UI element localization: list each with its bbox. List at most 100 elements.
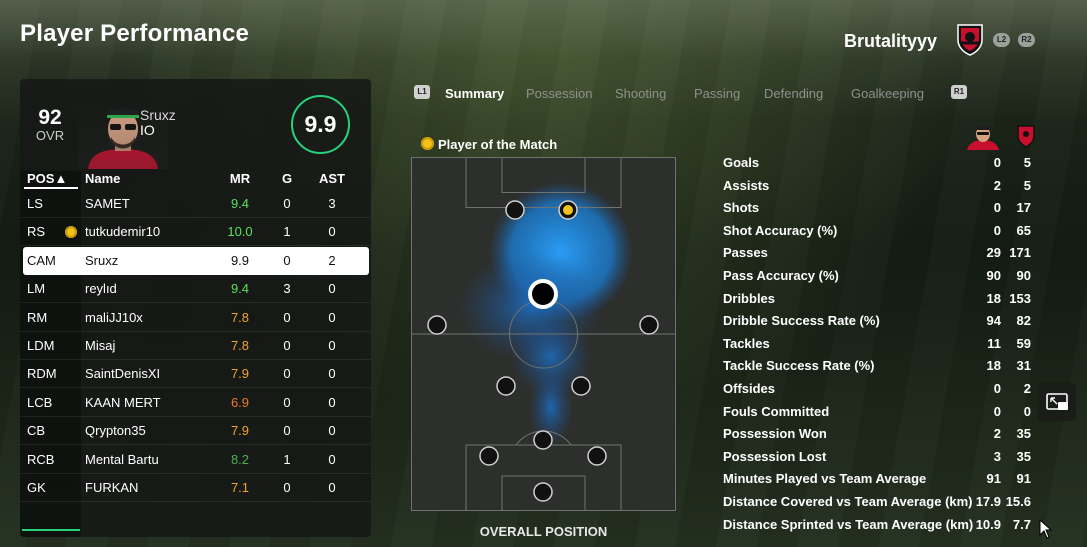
row-match-rating: 7.1 [230,480,250,495]
stat-team-value: 2 [1023,381,1031,396]
row-player-name: Misaj [85,338,116,353]
table-row[interactable]: RDM SaintDenisXI 7.9 0 0 [20,360,371,389]
stat-row: Distance Sprinted vs Team Average (km) 10… [723,516,1033,538]
sort-indicator-underline [24,187,78,189]
row-player-name: maliJJ10x [85,309,143,325]
stat-row: Tackles 11 59 [723,335,1033,357]
row-match-rating: 7.9 [230,423,250,439]
row-position: RDM [27,366,57,382]
row-match-rating: 10.0 [227,224,253,240]
row-goals: 0 [283,366,291,382]
row-player-name: SaintDenisXI [85,366,161,382]
stat-player-value: 0 [993,403,1001,419]
table-row[interactable]: CB Qrypton35 7.9 0 0 [20,417,371,446]
table-row[interactable]: RS tutkudemir10 10.0 1 0 [20,218,371,247]
row-position: CAM [27,252,56,268]
header-ast[interactable]: AST [318,171,346,186]
row-goals: 3 [283,281,291,297]
header-mr[interactable]: MR [220,171,260,186]
tab-possession[interactable]: Possession [526,86,592,101]
header-g[interactable]: G [277,171,297,186]
team-crest-icon [957,24,983,56]
stat-row: Assists 2 5 [723,177,1033,199]
l1-button[interactable]: L1 [414,85,430,99]
stat-team-value: 5 [1023,155,1031,170]
header-name[interactable]: Name [85,171,120,186]
player-of-the-match-label: Player of the Match [438,137,558,152]
player-of-the-match-icon [65,226,77,239]
stat-label: Assists [723,177,770,193]
page-title: Player Performance [20,20,250,47]
tab-goalkeeping[interactable]: Goalkeeping [851,86,924,101]
stat-player-value: 17.9 [975,494,1001,509]
tab-summary[interactable]: Summary [445,86,504,101]
stat-row: Possession Lost 3 35 [723,448,1033,470]
row-match-rating: 6.9 [230,394,250,410]
ovr-label: OVR [35,128,65,143]
stat-player-value: 94 [986,313,1001,329]
stat-team-value: 17 [1016,200,1031,216]
player-position: IO [140,122,155,138]
row-goals: 0 [283,196,291,211]
table-row[interactable]: GK FURKAN 7.1 0 0 [20,474,371,502]
row-match-rating: 9.9 [230,252,250,268]
tab-passing[interactable]: Passing [694,86,740,101]
stat-row: Fouls Committed 0 0 [723,403,1033,425]
tab-shooting[interactable]: Shooting [615,86,666,101]
table-row[interactable]: CAM Sruxz 9.9 0 2 [23,246,369,275]
stat-player-value: 3 [993,448,1001,464]
tab-defending[interactable]: Defending [764,86,823,101]
row-player-name: Mental Bartu [85,451,159,467]
stat-player-value: 0 [993,200,1001,216]
stat-label: Dribble Success Rate (%) [723,313,880,329]
table-row[interactable]: RM maliJJ10x 7.8 0 0 [20,304,371,332]
row-position: LCB [27,394,53,410]
stat-row: Dribbles 18 153 [723,290,1033,312]
stat-team-value: 59 [1016,335,1031,351]
row-assists: 0 [328,423,336,439]
stat-team-value: 31 [1016,358,1031,374]
stat-label: Shot Accuracy (%) [723,222,838,238]
row-player-name: Sruxz [85,252,119,268]
table-row[interactable]: LDM Misaj 7.8 0 0 [20,332,371,360]
stat-label: Pass Accuracy (%) [723,268,839,283]
stat-row: Pass Accuracy (%) 90 90 [723,267,1033,289]
stat-player-value: 10.9 [975,516,1001,532]
row-assists: 0 [328,451,336,467]
stat-label: Possession Lost [723,448,827,464]
row-position: RM [27,309,48,325]
stat-label: Dribbles [723,290,776,306]
stat-label: Tackles [723,335,770,351]
stat-row: Shots 0 17 [723,199,1033,221]
row-assists: 2 [328,252,336,268]
row-player-name: tutkudemir10 [85,224,161,240]
stat-row: Offsides 0 2 [723,380,1033,402]
row-assists: 0 [328,366,336,382]
row-match-rating: 7.8 [230,338,250,353]
stat-row: Passes 29 171 [723,244,1033,266]
row-position: RS [27,224,46,240]
stat-team-value: 65 [1016,222,1031,238]
r1-button[interactable]: R1 [951,85,967,99]
stat-player-value: 91 [986,471,1001,487]
table-row[interactable]: LCB KAAN MERT 6.9 0 0 [20,389,371,417]
picture-in-picture-button[interactable] [1038,383,1076,421]
table-row[interactable]: LS SAMET 9.4 0 3 [20,190,371,218]
stat-team-value: 153 [1009,290,1031,306]
pitch-title: OVERALL POSITION [479,524,608,539]
stat-label: Goals [723,155,760,170]
stat-player-value: 0 [993,155,1001,170]
stat-label: Offsides [723,381,776,396]
l2-button[interactable]: L2 [993,33,1010,47]
row-goals: 0 [283,480,291,495]
stat-row: Dribble Success Rate (%) 94 82 [723,312,1033,334]
row-position: RCB [27,451,55,467]
header-pos[interactable]: POS▲ [27,171,67,186]
table-row[interactable]: LM reylıd 9.4 3 0 [20,275,371,304]
row-player-name: FURKAN [85,480,139,495]
table-row[interactable]: RCB Mental Bartu 8.2 1 0 [20,446,371,474]
r2-button[interactable]: R2 [1018,33,1035,47]
stat-player-value: 2 [993,177,1001,193]
position-heatmap [411,157,676,511]
stat-label: Shots [723,200,760,216]
